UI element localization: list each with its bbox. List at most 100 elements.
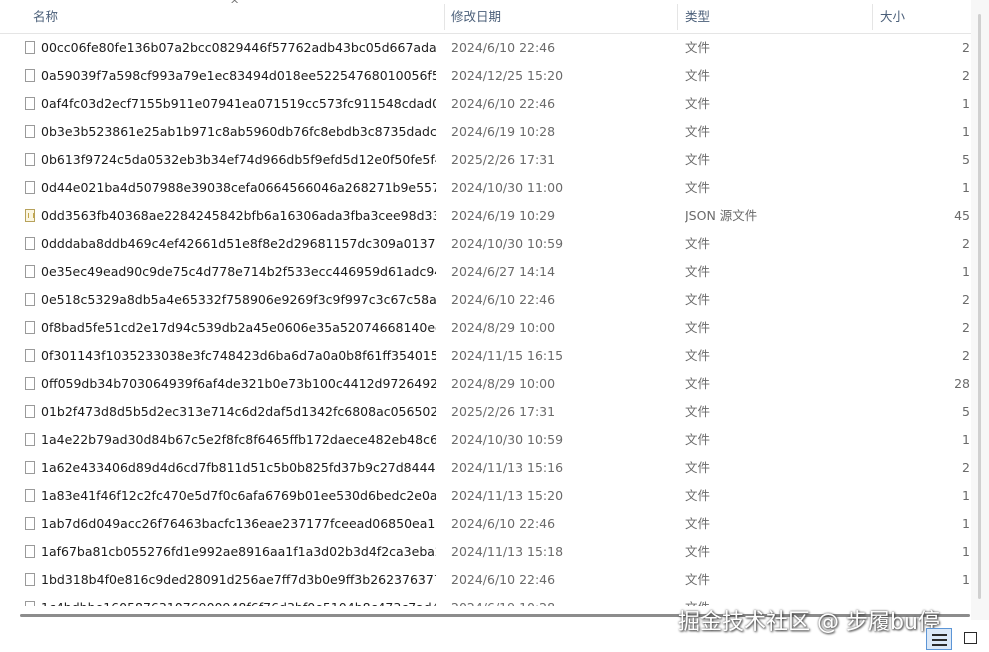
file-size: 1 (962, 544, 970, 559)
file-name[interactable]: 0b613f9724c5da0532eb3b34ef74d966db5f9efd… (41, 146, 436, 174)
table-row[interactable]: 0ff059db34b703064939f6af4de321b0e73b100c… (0, 370, 971, 398)
vertical-scrollbar[interactable] (971, 0, 989, 620)
file-name[interactable]: 1a4e22b79ad30d84b67c5e2f8fc8f6465ffb172d… (41, 426, 436, 454)
file-name[interactable]: 0af4fc03d2ecf7155b911e07941ea071519cc573… (41, 90, 436, 118)
file-name[interactable]: 1a62e433406d89d4d6cd7fb811d51c5b0b825fd3… (41, 454, 436, 482)
file-name[interactable]: 0e518c5329a8db5a4e65332f758906e9269f3c9f… (41, 286, 436, 314)
modified-date: 2024/6/19 10:29 (451, 208, 556, 223)
file-size: 5 (962, 404, 970, 419)
file-type: 文件 (685, 488, 711, 503)
modified-date: 2024/6/10 22:46 (451, 572, 556, 587)
file-icon (25, 405, 35, 418)
modified-date: 2024/6/10 22:46 (451, 40, 556, 55)
table-row[interactable]: 0e35ec49ead90c9de75c4d778e714b2f533ecc44… (0, 258, 971, 286)
file-name[interactable]: 0ff059db34b703064939f6af4de321b0e73b100c… (41, 370, 436, 398)
vertical-scrollbar-thumb[interactable] (978, 14, 981, 599)
file-name[interactable]: 1a83e41f46f12c2fc470e5d7f0c6afa6769b01ee… (41, 482, 436, 510)
file-icon (25, 517, 35, 530)
file-type: 文件 (685, 40, 711, 55)
column-header-size[interactable]: 大小 (880, 0, 905, 33)
table-row[interactable]: 0dddaba8ddb469c4ef42661d51e8f8e2d2968115… (0, 230, 971, 258)
file-name[interactable]: 00cc06fe80fe136b07a2bcc0829446f57762adb4… (41, 34, 436, 62)
file-type: 文件 (685, 348, 711, 363)
file-type: 文件 (685, 320, 711, 335)
file-name[interactable]: 0e35ec49ead90c9de75c4d778e714b2f533ecc44… (41, 258, 436, 286)
column-header-type[interactable]: 类型 (685, 0, 710, 33)
table-row[interactable]: 0f301143f1035233038e3fc748423d6ba6d7a0a0… (0, 342, 971, 370)
file-icon (25, 237, 35, 250)
modified-date: 2024/11/13 15:20 (451, 488, 564, 503)
file-name[interactable]: 0a59039f7a598cf993a79e1ec83494d018ee5225… (41, 62, 436, 90)
file-icon (25, 265, 35, 278)
table-row[interactable]: 1ab7d6d049acc26f76463bacfc136eae237177fc… (0, 510, 971, 538)
file-size: 1 (962, 96, 970, 111)
file-name[interactable]: 0d44e021ba4d507988e39038cefa0664566046a2… (41, 174, 436, 202)
file-size: 2 (962, 320, 970, 335)
table-row[interactable]: 1a4e22b79ad30d84b67c5e2f8fc8f6465ffb172d… (0, 426, 971, 454)
file-icon (25, 433, 35, 446)
column-divider[interactable] (872, 4, 873, 30)
file-icon (25, 321, 35, 334)
modified-date: 2024/10/30 10:59 (451, 236, 564, 251)
large-icons-view-icon[interactable] (958, 628, 984, 650)
file-icon (25, 293, 35, 306)
modified-date: 2024/6/27 14:14 (451, 264, 556, 279)
sort-ascending-icon: ^ (230, 0, 240, 11)
table-row[interactable]: 00cc06fe80fe136b07a2bcc0829446f57762adb4… (0, 34, 971, 62)
file-name[interactable]: 0dddaba8ddb469c4ef42661d51e8f8e2d2968115… (41, 230, 436, 258)
details-view-icon[interactable] (926, 628, 952, 650)
file-icon (25, 153, 35, 166)
table-row[interactable]: 1a62e433406d89d4d6cd7fb811d51c5b0b825fd3… (0, 454, 971, 482)
column-divider[interactable] (444, 4, 445, 30)
file-name[interactable]: 1bd318b4f0e816c9ded28091d256ae7ff7d3b0e9… (41, 566, 436, 594)
json-file-icon (25, 209, 35, 222)
modified-date: 2024/6/19 10:28 (451, 594, 671, 606)
file-icon (25, 461, 35, 474)
file-icon (25, 545, 35, 558)
file-name[interactable]: 0b3e3b523861e25ab1b971c8ab5960db76fc8ebd… (41, 118, 436, 146)
modified-date: 2024/10/30 11:00 (451, 180, 564, 195)
file-icon (25, 573, 35, 586)
view-toggle (926, 628, 986, 650)
file-size: 5 (962, 152, 970, 167)
table-row[interactable]: 0e518c5329a8db5a4e65332f758906e9269f3c9f… (0, 286, 971, 314)
column-divider[interactable] (677, 4, 678, 30)
table-row[interactable]: 0f8bad5fe51cd2e17d94c539db2a45e0606e35a5… (0, 314, 971, 342)
modified-date: 2025/2/26 17:31 (451, 152, 556, 167)
file-type: 文件 (685, 264, 711, 279)
file-type: 文件 (685, 544, 711, 559)
file-type: 文件 (685, 432, 711, 447)
file-name[interactable]: 1ab7d6d049acc26f76463bacfc136eae237177fc… (41, 510, 436, 538)
file-name[interactable]: 0f8bad5fe51cd2e17d94c539db2a45e0606e35a5… (41, 314, 436, 342)
file-icon (25, 181, 35, 194)
file-type: 文件 (685, 124, 711, 139)
table-row[interactable]: 0dd3563fb40368ae2284245842bfb6a16306ada3… (0, 202, 971, 230)
file-name[interactable]: 1c4bdbbe160587631076900948f6f76d3bf0e510… (41, 594, 436, 606)
file-size: 1 (962, 516, 970, 531)
file-icon (25, 349, 35, 362)
column-header-name[interactable]: 名称 (33, 0, 58, 33)
column-header-date[interactable]: 修改日期 (451, 0, 501, 33)
file-type: 文件 (685, 292, 711, 307)
file-name[interactable]: 01b2f473d8d5b5d2ec313e714c6d2daf5d1342fc… (41, 398, 436, 426)
table-row[interactable]: 1bd318b4f0e816c9ded28091d256ae7ff7d3b0e9… (0, 566, 971, 594)
table-row[interactable]: 1a83e41f46f12c2fc470e5d7f0c6afa6769b01ee… (0, 482, 971, 510)
file-name[interactable]: 1af67ba81cb055276fd1e992ae8916aa1f1a3d02… (41, 538, 436, 566)
file-icon (25, 489, 35, 502)
file-size: 1 (962, 572, 970, 587)
file-name[interactable]: 0f301143f1035233038e3fc748423d6ba6d7a0a0… (41, 342, 436, 370)
modified-date: 2024/11/15 16:15 (451, 348, 564, 363)
table-row[interactable]: 0d44e021ba4d507988e39038cefa0664566046a2… (0, 174, 971, 202)
table-row[interactable]: 0a59039f7a598cf993a79e1ec83494d018ee5225… (0, 62, 971, 90)
file-name[interactable]: 0dd3563fb40368ae2284245842bfb6a16306ada3… (41, 202, 436, 230)
table-row[interactable]: 1af67ba81cb055276fd1e992ae8916aa1f1a3d02… (0, 538, 971, 566)
table-row[interactable]: 0b613f9724c5da0532eb3b34ef74d966db5f9efd… (0, 146, 971, 174)
file-type: 文件 (685, 404, 711, 419)
file-size: 2 (962, 292, 970, 307)
table-row[interactable]: 0b3e3b523861e25ab1b971c8ab5960db76fc8ebd… (0, 118, 971, 146)
file-icon (25, 125, 35, 138)
table-row[interactable]: 01b2f473d8d5b5d2ec313e714c6d2daf5d1342fc… (0, 398, 971, 426)
file-type: 文件 (685, 516, 711, 531)
table-row[interactable]: 0af4fc03d2ecf7155b911e07941ea071519cc573… (0, 90, 971, 118)
file-size: 2 (962, 236, 970, 251)
